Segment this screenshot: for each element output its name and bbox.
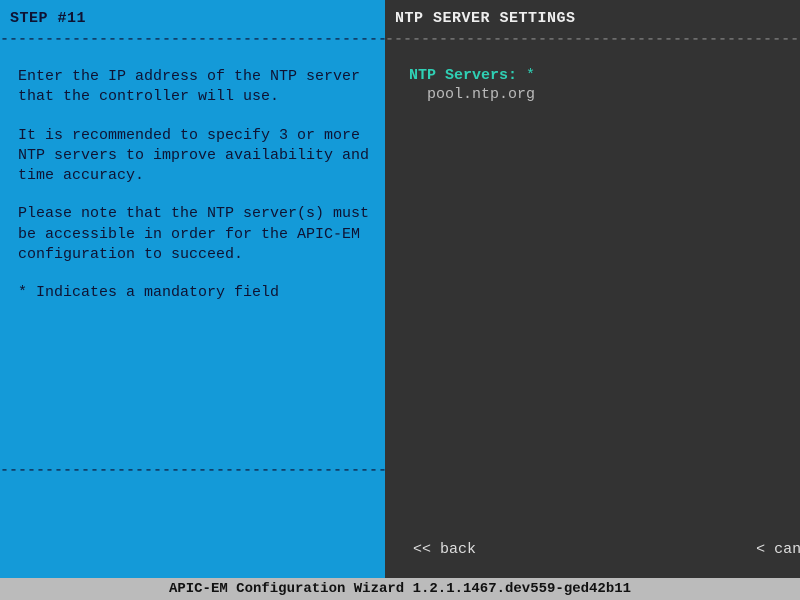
- settings-header: NTP SERVER SETTINGS: [385, 0, 800, 33]
- nav-row: << back < cancel > next >>: [385, 533, 800, 566]
- instruction-mandatory-note: * Indicates a mandatory field: [18, 283, 373, 303]
- instructions-body: Enter the IP address of the NTP server t…: [0, 51, 385, 464]
- instruction-para-2: It is recommended to specify 3 or more N…: [18, 126, 373, 187]
- main-area: STEP #11 -------------------------------…: [0, 0, 800, 578]
- left-pane: STEP #11 -------------------------------…: [0, 0, 385, 578]
- footer-bar: APIC-EM Configuration Wizard 1.2.1.1467.…: [0, 578, 800, 600]
- ntp-servers-field: NTP Servers: *: [409, 67, 800, 84]
- settings-body: NTP Servers: * pool.ntp.org: [385, 51, 800, 578]
- ntp-servers-label: NTP Servers:: [409, 67, 517, 84]
- right-pane: NTP SERVER SETTINGS --------------------…: [385, 0, 800, 578]
- instruction-para-1: Enter the IP address of the NTP server t…: [18, 67, 373, 108]
- step-header: STEP #11: [0, 0, 385, 33]
- instruction-para-3: Please note that the NTP server(s) must …: [18, 204, 373, 265]
- required-star-icon: *: [526, 67, 535, 84]
- back-button[interactable]: << back: [405, 537, 484, 562]
- right-header-rule: ----------------------------------------…: [385, 33, 800, 51]
- left-header-rule: ----------------------------------------…: [0, 33, 385, 51]
- cancel-button[interactable]: < cancel >: [748, 537, 800, 562]
- wizard-screen: STEP #11 -------------------------------…: [0, 0, 800, 600]
- left-bottom-rule: ----------------------------------------…: [0, 464, 385, 482]
- ntp-servers-value[interactable]: pool.ntp.org: [409, 86, 800, 103]
